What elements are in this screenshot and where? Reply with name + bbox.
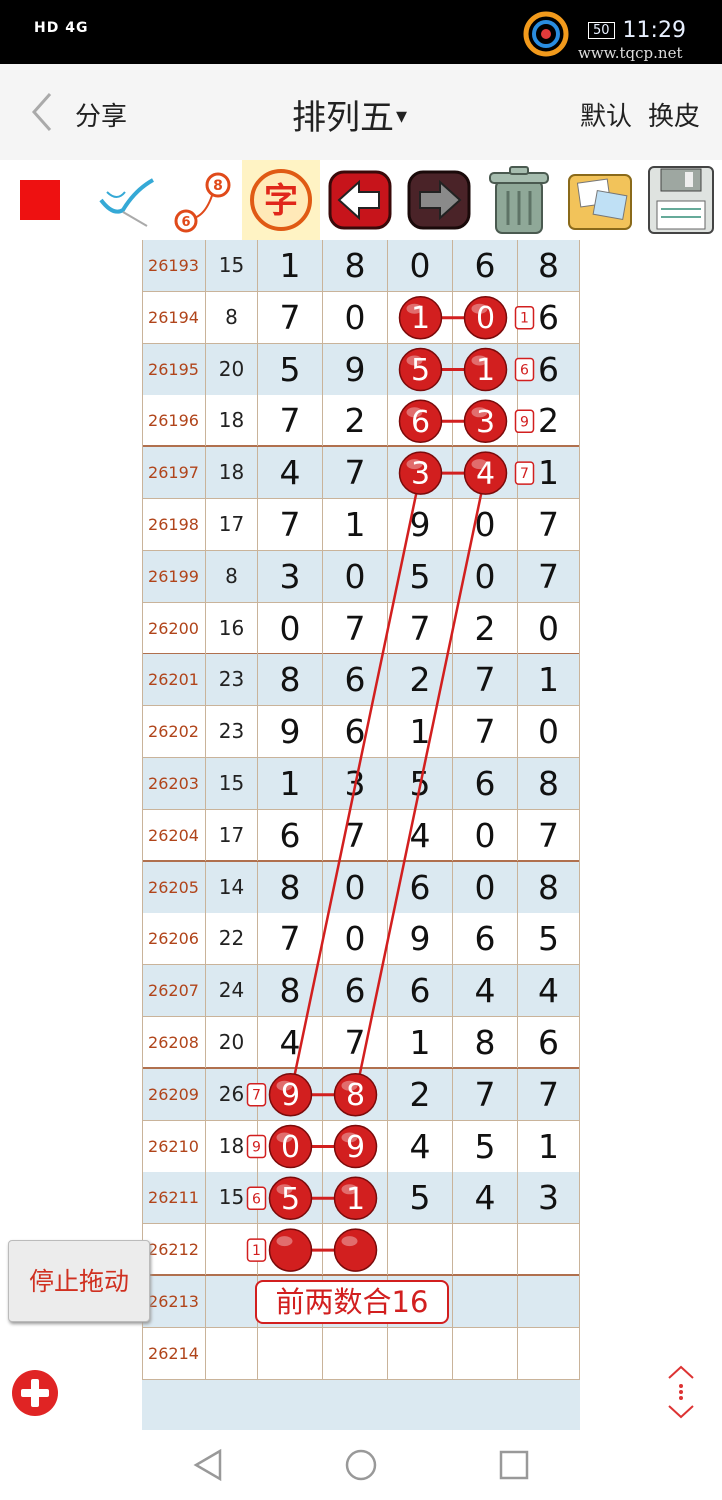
pair-sum-number: 9: [252, 1140, 261, 1156]
ball-number: 3: [476, 405, 495, 440]
ball-number: 9: [281, 1078, 300, 1113]
plus-circle-icon[interactable]: [10, 1368, 60, 1418]
ball-shine: [341, 1236, 358, 1247]
ball-number: 5: [411, 353, 430, 388]
up-down-arrows-icon[interactable]: [664, 1364, 698, 1420]
pair-sum-number: 6: [252, 1191, 261, 1207]
trend-line: [289, 472, 422, 1095]
ball-number: 3: [411, 457, 430, 492]
ball-number: 5: [281, 1182, 300, 1217]
ball-number: 1: [346, 1182, 365, 1217]
nav-back-icon[interactable]: [192, 1448, 224, 1482]
pair-sum-number: 9: [520, 414, 529, 430]
ball-number: 6: [411, 405, 430, 440]
pair-sum-number: 6: [520, 363, 529, 379]
ball-number: 1: [411, 301, 430, 336]
annotation-label: 前两数合16: [255, 1280, 449, 1324]
highlight-ball: [333, 1228, 378, 1272]
pair-sum-number: 1: [252, 1243, 261, 1259]
ball-number: 4: [476, 457, 495, 492]
ball-shine: [276, 1236, 293, 1247]
nav-recent-icon[interactable]: [498, 1448, 530, 1482]
ball-number: 9: [346, 1130, 365, 1165]
highlight-ball: [268, 1228, 313, 1272]
ball-number: 8: [346, 1078, 365, 1113]
system-nav-bar: [0, 1430, 722, 1500]
pair-sum-number: 1: [520, 311, 529, 327]
ball-number: 0: [476, 301, 495, 336]
ball-number: 1: [476, 353, 495, 388]
nav-home-icon[interactable]: [344, 1448, 378, 1482]
stop-drag-button[interactable]: 停止拖动: [8, 1240, 150, 1322]
trend-line: [354, 472, 487, 1095]
pair-sum-number: 7: [520, 466, 529, 482]
ball-number: 0: [281, 1130, 300, 1165]
pair-sum-number: 7: [252, 1088, 261, 1104]
